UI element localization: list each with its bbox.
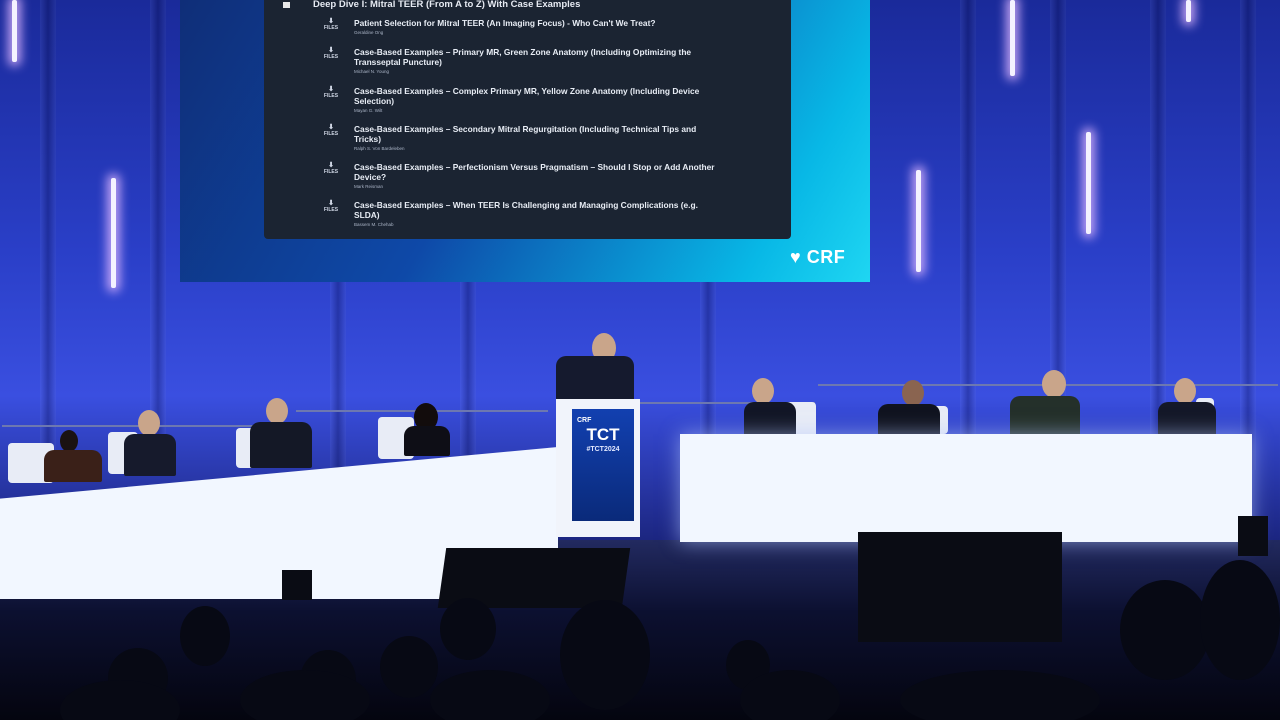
conference-stage-photo: Deep Dive I: Mitral TEER (From A to Z) W… — [0, 0, 1280, 720]
curtain-fold — [40, 0, 56, 470]
files-link: ⬇ FILES — [320, 200, 342, 213]
panel-table-right — [680, 434, 1252, 542]
panelist-head — [1042, 370, 1066, 398]
curtain-fold — [960, 0, 976, 470]
panelist-body — [250, 422, 312, 468]
panelist-body — [1010, 396, 1080, 436]
panelist-body — [1158, 402, 1216, 436]
stage-monitor — [1238, 516, 1268, 556]
checkbox-icon — [283, 2, 290, 8]
crf-logo: ♥ CRF — [790, 247, 846, 267]
curtain-fold — [460, 282, 476, 470]
agenda-item-author: Michael N. Young — [354, 69, 390, 74]
stage-light — [1086, 132, 1091, 234]
agenda-item-author: Mark Reisman — [354, 184, 384, 189]
download-arrow-icon: ⬇ — [328, 200, 334, 207]
agenda-item-author: Bassem M. Chehab — [354, 222, 394, 227]
agenda-item-title: Case-Based Examples – When TEER Is Chall… — [354, 200, 724, 228]
download-arrow-icon: ⬇ — [328, 18, 334, 25]
stage-light — [1186, 0, 1191, 22]
audience-member — [1120, 580, 1210, 680]
audience-member — [1200, 560, 1280, 680]
curtain-fold — [330, 282, 346, 470]
panelist-body — [744, 402, 796, 438]
files-link: ⬇ FILES — [320, 162, 342, 175]
files-link: ⬇ FILES — [320, 18, 342, 31]
panelist-head — [266, 398, 288, 424]
section-title: Deep Dive I: Mitral TEER (From A to Z) W… — [313, 0, 581, 10]
podium-event-logo: TCT — [586, 425, 620, 444]
files-link: ⬇ FILES — [320, 124, 342, 137]
panelist-head — [60, 430, 78, 452]
audience-member — [440, 598, 496, 660]
stage-light — [111, 178, 116, 288]
stage-monitor — [282, 570, 312, 600]
download-arrow-icon: ⬇ — [328, 162, 334, 169]
download-arrow-icon: ⬇ — [328, 124, 334, 131]
stage-light — [1010, 0, 1015, 76]
files-link: ⬇ FILES — [320, 47, 342, 60]
curtain-fold — [1240, 0, 1256, 470]
curtain-fold — [150, 0, 166, 470]
agenda-item-author: Geraldine Ong — [354, 30, 384, 35]
files-link: ⬇ FILES — [320, 86, 342, 99]
agenda-item-title: Patient Selection for Mitral TEER (An Im… — [354, 18, 724, 36]
panelist-body — [404, 426, 450, 456]
agenda-item-author: Mayan G. Wilt — [354, 108, 383, 113]
panelist-body — [878, 404, 940, 438]
agenda-item-title: Case-Based Examples – Complex Primary MR… — [354, 86, 724, 114]
stage-light — [916, 170, 921, 272]
stage-light — [12, 0, 17, 62]
stage-monitor — [858, 532, 1062, 642]
panelist-head — [902, 380, 924, 406]
agenda-item-title: Case-Based Examples – Perfectionism Vers… — [354, 162, 724, 190]
audience-member — [180, 606, 230, 666]
download-arrow-icon: ⬇ — [328, 47, 334, 54]
agenda-item-author: Ralph S. Von Bardeleben — [354, 146, 405, 151]
panelist-head — [752, 378, 774, 404]
panelist-body — [44, 450, 102, 482]
audience-member — [560, 600, 650, 710]
agenda-item-title: Case-Based Examples – Primary MR, Green … — [354, 47, 724, 75]
download-arrow-icon: ⬇ — [328, 86, 334, 93]
curtain-fold — [1150, 0, 1166, 470]
agenda-item-title: Case-Based Examples – Secondary Mitral R… — [354, 124, 724, 152]
panelist-head — [138, 410, 160, 436]
podium-hashtag: #TCT2024 — [586, 446, 620, 453]
audience-member — [380, 636, 438, 698]
panelist-head — [1174, 378, 1196, 404]
podium-crf-logo: CRF — [577, 417, 592, 424]
heart-logo-icon: ♥ — [790, 247, 802, 267]
panelist-body — [124, 434, 176, 476]
